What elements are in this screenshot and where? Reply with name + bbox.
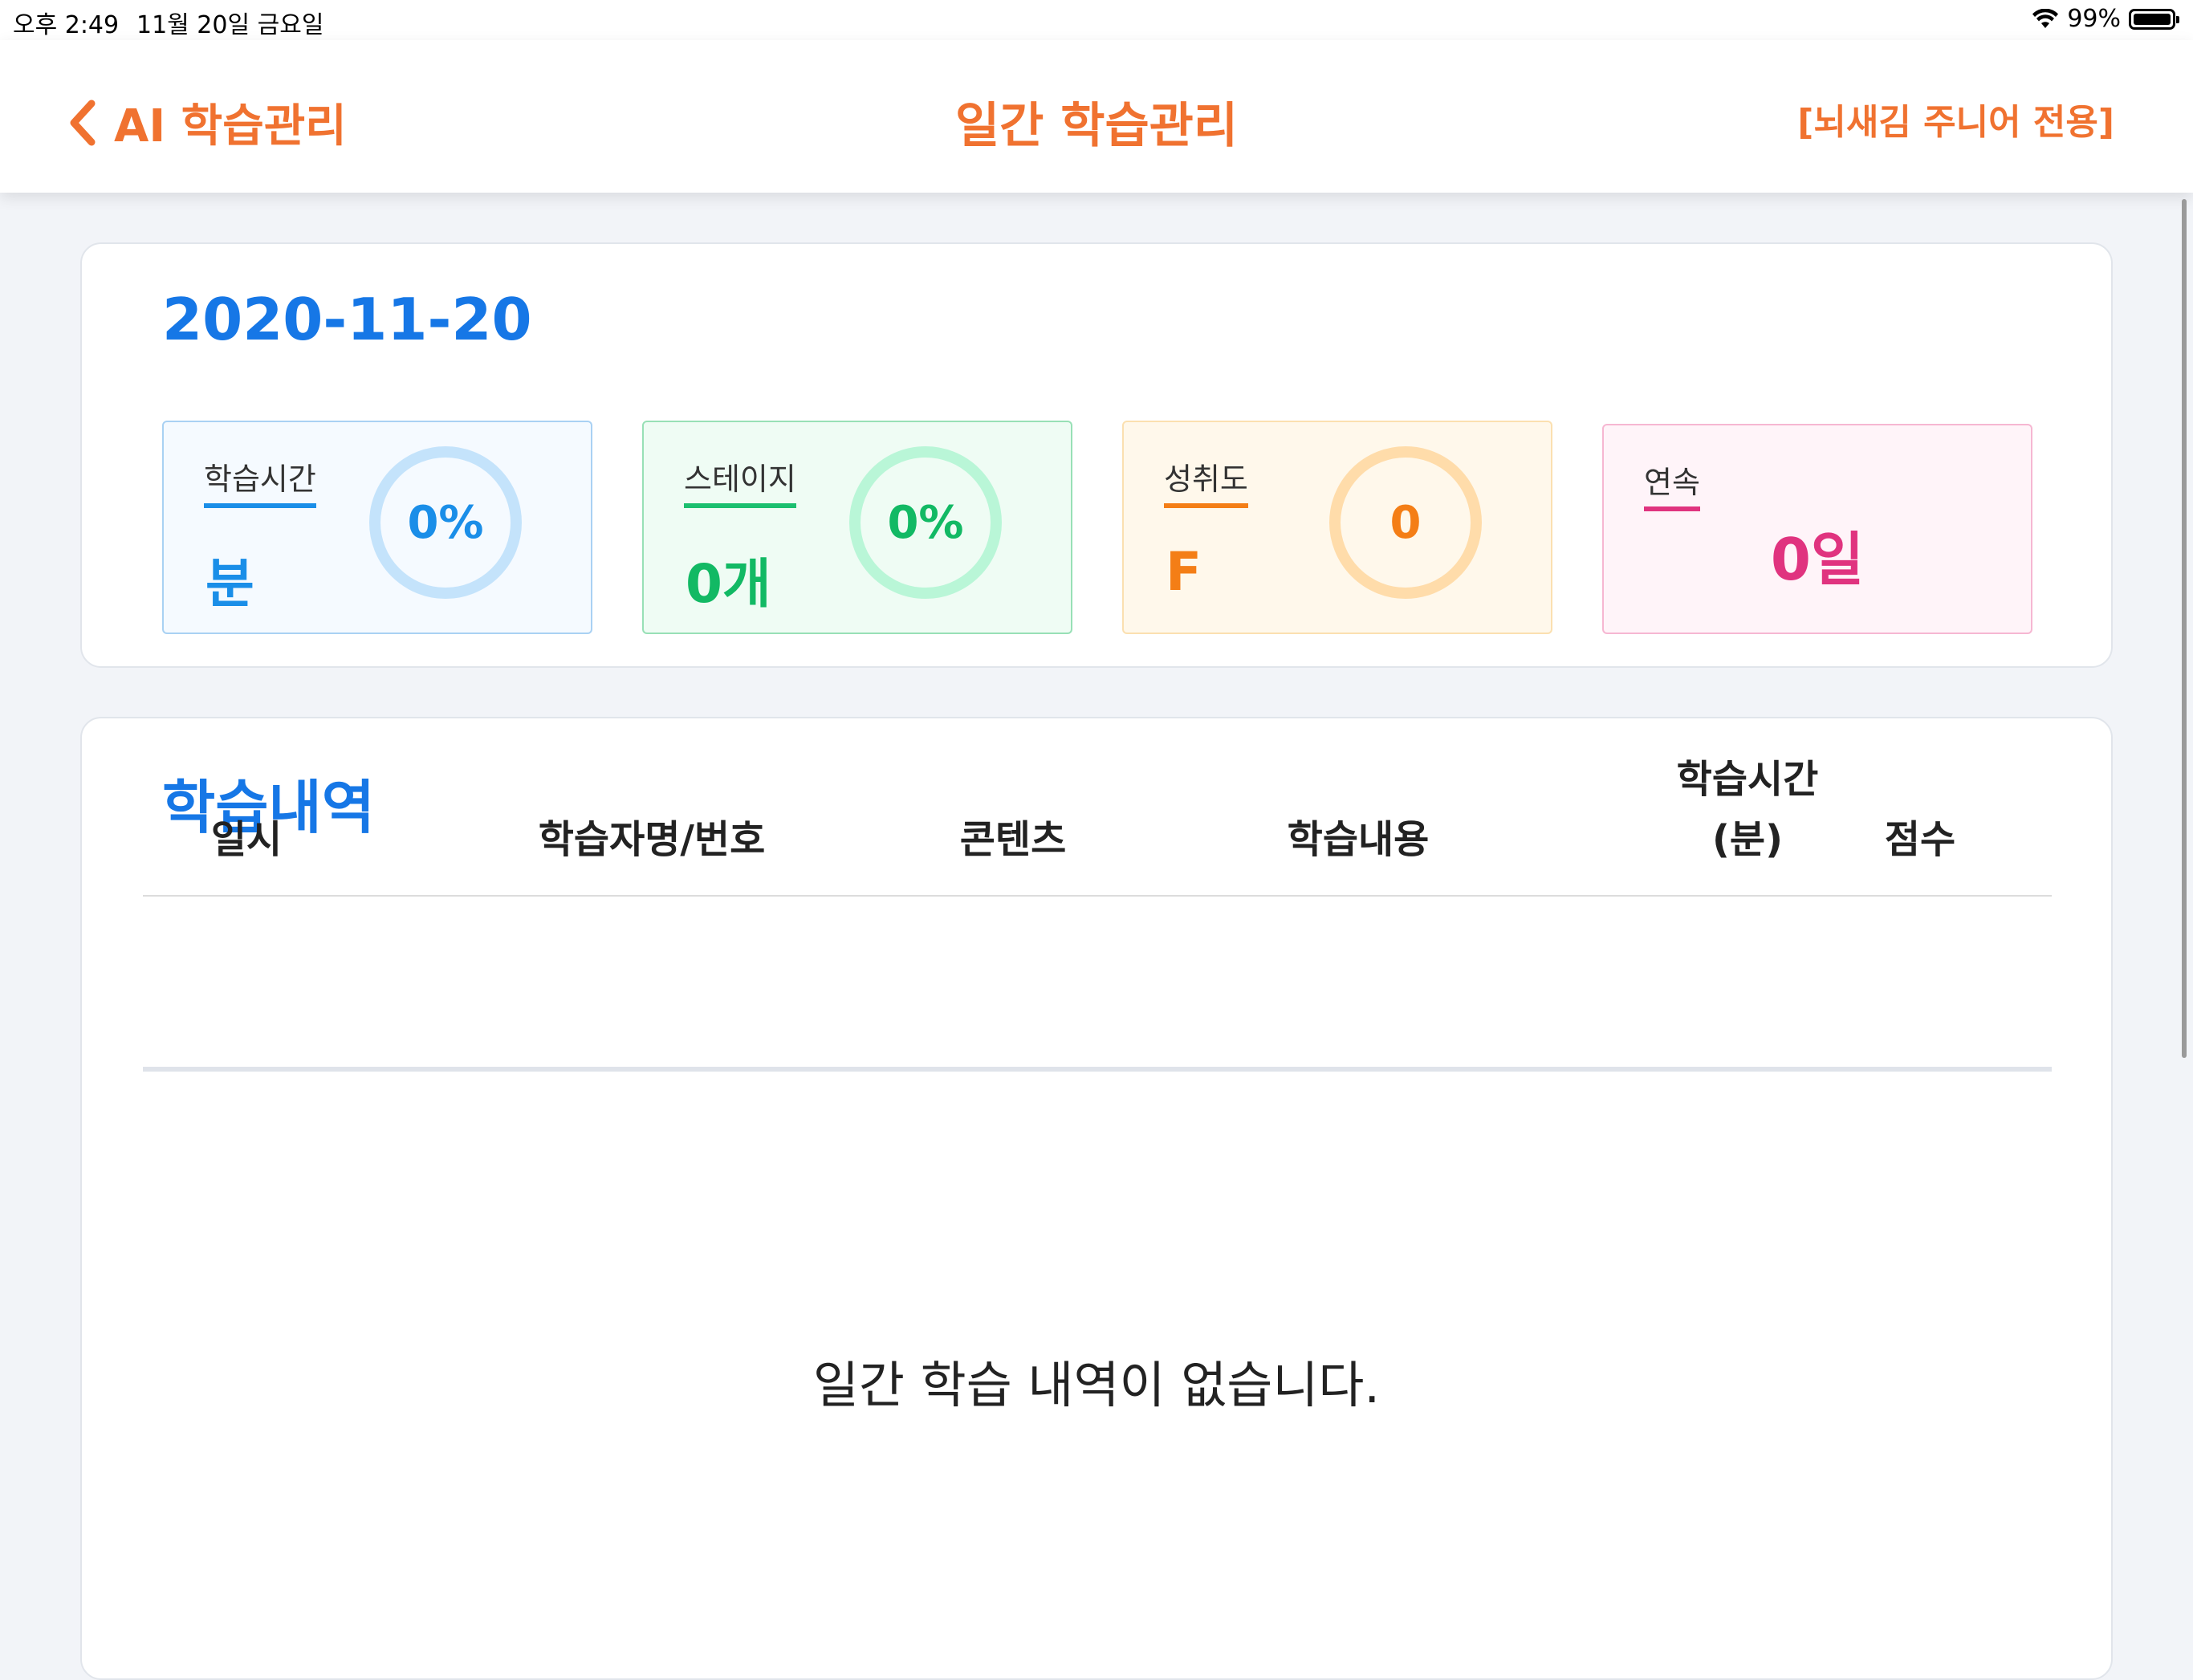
stat-achievement-label: 성취도 [1164, 454, 1248, 508]
column-header-learner: 학습자명/번호 [538, 816, 766, 862]
stat-stage-value: 0개 [686, 553, 771, 615]
column-header-detail: 학습내용 [1287, 816, 1430, 862]
stat-study-time-value: 분 [205, 553, 254, 615]
study-history-card: 학습내역 일시 학습자명/번호 콘텐츠 학습내용 학습시간 (분) 점수 일간 … [80, 717, 2113, 1680]
stat-streak-value: 0일 [1770, 526, 1865, 593]
column-header-study-time: 학습시간 (분) [1647, 718, 1848, 869]
scrollbar[interactable] [2182, 199, 2187, 1058]
column-header-date: 일시 [210, 816, 283, 862]
stat-study-time: 학습시간 분 0% [162, 421, 592, 634]
summary-date: 2020-11-20 [162, 286, 532, 353]
status-right: 99% [2032, 5, 2179, 33]
stat-achievement-grade: F [1166, 541, 1202, 603]
stat-stage-label: 스테이지 [684, 454, 796, 508]
wifi-icon [2032, 8, 2059, 28]
column-header-study-time-line2: (분) [1711, 816, 1784, 862]
stat-achievement: 성취도 F 0 [1122, 421, 1552, 634]
column-header-score: 점수 [1884, 816, 1956, 862]
study-time-progress-ring: 0% [369, 446, 522, 599]
stage-progress-ring: 0% [849, 446, 1002, 599]
battery-icon [2129, 8, 2179, 30]
stat-streak: 연속 0일 [1602, 424, 2032, 634]
table-header-divider [143, 1067, 2052, 1072]
navigation-bar: AI 학습관리 일간 학습관리 [뇌새김 주니어 전용] [0, 40, 2193, 193]
stat-study-time-label: 학습시간 [204, 454, 316, 508]
status-time: 오후 2:49 [13, 11, 120, 39]
achievement-score: 0 [1389, 496, 1422, 549]
status-bar: 오후 2:49 11월 20일 금요일 99% [0, 0, 2193, 40]
stage-percent: 0% [887, 496, 964, 549]
status-date: 11월 20일 금요일 [136, 11, 324, 39]
daily-summary-card: 2020-11-20 학습시간 분 0% 스테이지 0개 0% 성취도 F 0 … [80, 242, 2113, 668]
nav-right-label: [뇌새김 주니어 전용] [1797, 102, 2114, 143]
stat-stage: 스테이지 0개 0% [642, 421, 1072, 634]
table-divider [143, 895, 2052, 897]
empty-history-message: 일간 학습 내역이 없습니다. [812, 1356, 1381, 1414]
achievement-progress-ring: 0 [1329, 446, 1482, 599]
column-header-content: 콘텐츠 [959, 816, 1067, 862]
battery-percent: 99% [2067, 5, 2121, 33]
stat-streak-label: 연속 [1644, 458, 1700, 511]
study-time-percent: 0% [407, 496, 484, 549]
column-header-study-time-line1: 학습시간 [1676, 757, 1819, 803]
